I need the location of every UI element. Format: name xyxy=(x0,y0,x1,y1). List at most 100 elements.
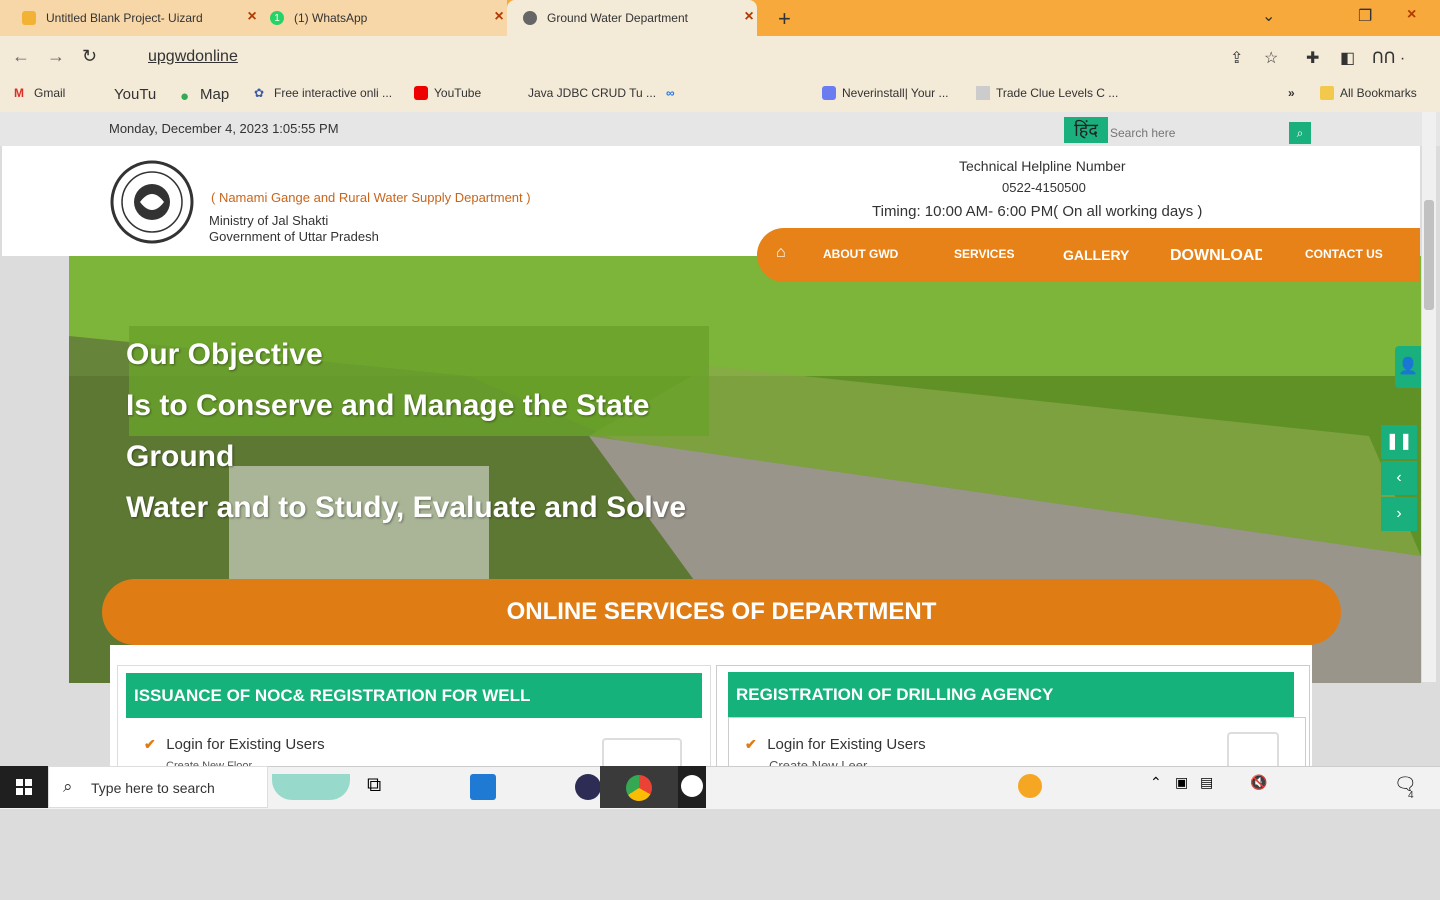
tab-title: Untitled Blank Project- Uizard xyxy=(46,11,203,25)
chrome-icon xyxy=(626,775,652,801)
task-view-icon[interactable]: ⧉ xyxy=(367,774,393,800)
tray-device-icon[interactable]: ▣ xyxy=(1175,774,1201,800)
nav-gallery[interactable]: GALLERY xyxy=(1063,247,1129,263)
folder-icon xyxy=(1320,86,1334,100)
government-name: Government of Uttar Pradesh xyxy=(209,229,379,244)
nav-services[interactable]: SERVICES xyxy=(954,247,1014,261)
figma-icon: ✿ xyxy=(254,86,265,100)
notifications-icon[interactable]: 🗨 xyxy=(1394,774,1420,800)
bookmark-label: Map xyxy=(200,86,230,103)
bookmark-label: Trade Clue Levels C ... xyxy=(996,86,1119,100)
tab-whatsapp[interactable]: 1 (1) WhatsApp × xyxy=(260,0,507,36)
back-icon[interactable]: ← xyxy=(12,46,30,67)
chrome-taskbar-button[interactable] xyxy=(600,766,678,808)
taskbar-search[interactable]: ⌕ Type here to search xyxy=(48,766,268,808)
ministry-name: Ministry of Jal Shakti xyxy=(209,213,329,228)
bookmark-label: YouTu xyxy=(114,86,157,103)
reload-icon[interactable]: ↻ xyxy=(82,46,97,67)
bookmark-trade-clue[interactable]: Trade Clue Levels C ... xyxy=(976,86,1118,100)
user-icon[interactable]: 👤 xyxy=(1395,346,1421,388)
bookmark-label: YouTube xyxy=(434,86,482,100)
hero-line-3: Ground xyxy=(126,440,235,473)
mongodb-taskbar-button[interactable] xyxy=(678,766,706,808)
nav-download[interactable]: DOWNLOAD xyxy=(1170,247,1262,265)
check-icon: ✔ xyxy=(144,736,156,752)
restore-icon[interactable]: ❐ xyxy=(1358,6,1372,26)
bowl-widget-icon[interactable] xyxy=(272,774,350,800)
uizard-icon xyxy=(22,11,36,25)
hero-line-1: Our Objective xyxy=(126,338,323,371)
forward-icon[interactable]: → xyxy=(47,46,65,67)
chevron-left-icon[interactable]: ‹ xyxy=(1381,461,1417,495)
start-button[interactable] xyxy=(0,766,48,808)
nav-contact-us[interactable]: CONTACT US xyxy=(1305,247,1383,261)
close-icon[interactable]: × xyxy=(491,9,507,25)
bookmark-label: All Bookmarks xyxy=(1340,86,1417,100)
tab-ground-water[interactable]: Ground Water Department × xyxy=(507,0,757,36)
nav-about-gwd[interactable]: ABOUT GWD xyxy=(823,247,898,261)
up-emblem-logo xyxy=(110,160,194,244)
bookmark-java-jdbc[interactable]: Java JDBC CRUD Tu ... xyxy=(528,86,656,100)
new-tab-button[interactable]: + xyxy=(778,6,791,32)
link-label: Login for Existing Users xyxy=(767,736,926,753)
tab-uizard[interactable]: Untitled Blank Project- Uizard × xyxy=(0,0,260,36)
search-icon[interactable]: ⌕ xyxy=(1289,122,1311,144)
online-services-title: ONLINE SERVICES OF DEPARTMENT xyxy=(506,598,937,625)
share-icon[interactable]: ⇪ xyxy=(1230,48,1243,68)
hero-line-4: Water and to Study, Evaluate and Solve xyxy=(126,491,687,524)
trade-clue-icon xyxy=(976,86,990,100)
sidepanel-icon[interactable]: ◧ xyxy=(1340,48,1355,68)
windows-icon xyxy=(16,779,32,795)
bookmark-map[interactable]: ● Map xyxy=(180,86,230,105)
close-window-icon[interactable]: × xyxy=(1407,6,1416,24)
bookmark-free-interactive[interactable]: ✿ Free interactive onli ... xyxy=(254,86,392,100)
tray-chevron-up-icon[interactable]: ⌃ xyxy=(1150,774,1176,800)
home-icon[interactable]: ⌂ xyxy=(776,244,786,262)
bookmark-youtu[interactable]: YouTu xyxy=(114,86,156,103)
notification-app-icon[interactable] xyxy=(1018,774,1042,798)
tray-network-icon[interactable]: ▤ xyxy=(1200,774,1226,800)
vscode-icon[interactable] xyxy=(470,774,496,800)
bookmark-meta[interactable]: ∞ xyxy=(666,86,680,100)
star-icon[interactable]: ☆ xyxy=(1264,48,1278,68)
more-bookmarks-button[interactable]: » xyxy=(1288,86,1295,100)
tab-title: Ground Water Department xyxy=(547,11,688,25)
close-icon[interactable]: × xyxy=(244,9,260,25)
bookmark-all[interactable]: All Bookmarks xyxy=(1320,86,1417,100)
taskbar-search-placeholder: Type here to search xyxy=(91,780,215,796)
check-icon: ✔ xyxy=(745,736,757,752)
pause-icon[interactable]: ❚❚ xyxy=(1381,425,1417,459)
maps-pin-icon: ● xyxy=(180,87,190,105)
globe-icon xyxy=(523,11,537,25)
meta-icon: ∞ xyxy=(666,86,675,100)
bookmark-gmail[interactable]: M Gmail xyxy=(14,86,65,100)
bookmark-label: Free interactive onli ... xyxy=(274,86,393,100)
helpline-label: Technical Helpline Number xyxy=(959,158,1126,174)
bookmark-label: Neverinstall| Your ... xyxy=(842,86,949,100)
mongodb-icon xyxy=(681,775,703,797)
volume-muted-icon[interactable]: 🔇 xyxy=(1250,774,1276,800)
hero-line-2: Is to Conserve and Manage the State xyxy=(126,389,650,422)
url-field[interactable]: upgwdonline xyxy=(148,48,238,66)
login-existing-users-link[interactable]: ✔ Login for Existing Users xyxy=(144,736,325,754)
site-search-input[interactable] xyxy=(1108,120,1292,146)
hindi-language-button[interactable]: हिंद xyxy=(1064,117,1108,143)
bookmark-label: Gmail xyxy=(34,86,66,100)
chevron-right-icon[interactable]: › xyxy=(1381,497,1417,531)
login-existing-users-link[interactable]: ✔ Login for Existing Users xyxy=(745,736,926,754)
page-scrollbar[interactable] xyxy=(1422,112,1436,682)
profile-menu[interactable]: ᑎᑎ · xyxy=(1372,48,1405,68)
extensions-icon[interactable]: ✚ xyxy=(1306,48,1319,68)
bookmark-label: Java JDBC CRUD Tu ... xyxy=(528,86,657,100)
neverinstall-icon xyxy=(822,86,836,100)
scrollbar-thumb[interactable] xyxy=(1424,200,1434,310)
bookmark-youtube[interactable]: YouTube xyxy=(414,86,481,100)
helpline-number: 0522-4150500 xyxy=(1002,180,1086,195)
tab-title: (1) WhatsApp xyxy=(294,11,368,25)
close-icon[interactable]: × xyxy=(741,9,757,25)
bookmark-neverinstall[interactable]: Neverinstall| Your ... xyxy=(822,86,949,100)
link-label: Login for Existing Users xyxy=(166,736,325,753)
department-name: ( Namami Gange and Rural Water Supply De… xyxy=(211,190,531,205)
eclipse-icon[interactable] xyxy=(575,774,601,800)
chevron-down-icon[interactable]: ⌄ xyxy=(1262,6,1275,26)
